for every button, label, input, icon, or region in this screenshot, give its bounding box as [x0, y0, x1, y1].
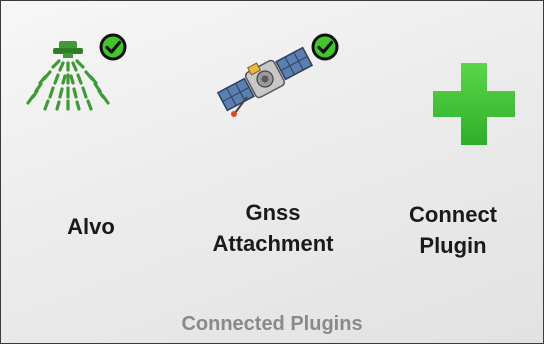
plugin-name-line1: Alvo — [67, 214, 115, 239]
plus-icon[interactable] — [431, 61, 517, 147]
plugin-tile-alvo[interactable]: Alvo — [1, 1, 181, 301]
plugin-name-line1: Connect — [409, 202, 497, 227]
check-circle-icon — [99, 33, 127, 61]
plugin-icon-area — [363, 1, 543, 161]
plugin-name-label: Connect Plugin — [363, 199, 543, 261]
plugin-tile-gnss-attachment[interactable]: Gnss Attachment — [183, 1, 363, 301]
plugins-panel: Alvo Gnss Attachment Connect Plugin Conn… — [0, 0, 544, 344]
plugin-name-line1: Gnss — [245, 200, 301, 225]
satellite-icon — [216, 46, 314, 117]
plugin-name-line2: Plugin — [419, 233, 487, 258]
plugin-name-label: Gnss Attachment — [183, 197, 363, 259]
connected-plugins-title: Connected Plugins — [181, 313, 363, 335]
plugin-name-label: Alvo — [1, 211, 181, 242]
check-circle-icon — [311, 33, 339, 61]
plugin-icon-area — [1, 1, 181, 161]
plugin-icon-area — [183, 1, 363, 161]
connect-plugin-button[interactable]: Connect Plugin — [363, 1, 543, 301]
plugin-name-line2: Attachment — [212, 231, 334, 256]
